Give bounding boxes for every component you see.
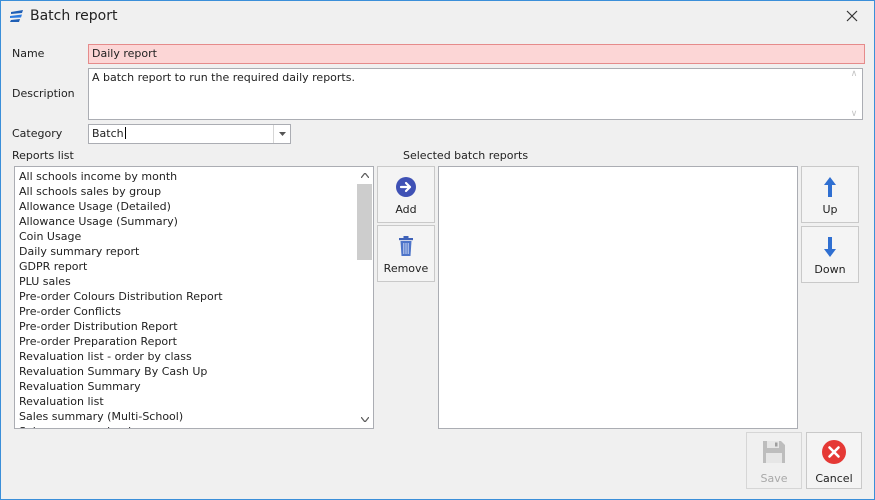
description-scrollbar[interactable]: ∧ ∨ [846,69,862,119]
name-label: Name [12,47,45,60]
list-item[interactable]: Pre-order Conflicts [15,304,355,319]
cancel-circle-icon [822,439,846,465]
move-down-button-label: Down [814,263,846,276]
remove-button-label: Remove [383,262,429,275]
list-item[interactable]: Revaluation Summary By Cash Up [15,364,355,379]
batch-report-window: Batch report Name Daily report Descripti… [0,0,875,500]
scroll-down-icon[interactable]: ∨ [851,109,858,119]
add-button[interactable]: Add [377,166,435,223]
list-item[interactable]: Revaluation list [15,394,355,409]
category-dropdown-button[interactable] [273,125,290,143]
list-item[interactable]: Allowance Usage (Detailed) [15,199,355,214]
selected-reports-list[interactable] [438,166,798,429]
list-item[interactable]: GDPR report [15,259,355,274]
category-combobox[interactable]: Batch [88,124,291,144]
cancel-button[interactable]: Cancel [806,432,862,489]
list-item[interactable]: Allowance Usage (Summary) [15,214,355,229]
reports-list[interactable]: All schools income by month All schools s… [14,166,374,429]
title-bar: Batch report [1,1,874,33]
category-label: Category [12,127,63,140]
name-input[interactable]: Daily report [88,44,865,64]
scroll-up-icon[interactable]: ∧ [851,69,858,79]
list-item[interactable]: Revaluation list - order by class [15,349,355,364]
scrollbar-thumb[interactable] [357,184,372,260]
arrow-down-icon [823,235,837,259]
trash-icon [398,234,414,258]
list-item[interactable]: Revaluation Summary [15,379,355,394]
list-item[interactable]: All schools sales by group [15,184,355,199]
add-button-label: Add [395,203,417,216]
report-logo-icon [9,9,25,23]
close-button[interactable] [839,5,865,27]
reports-list-items: All schools income by month All schools s… [15,169,355,428]
chevron-down-icon [278,132,286,136]
category-value: Batch [92,127,124,140]
reports-list-label: Reports list [12,149,74,162]
description-text: A batch report to run the required daily… [92,71,355,84]
list-item[interactable]: Coin Usage [15,229,355,244]
reports-list-scrollbar[interactable] [356,167,373,428]
list-item[interactable]: Pre-order Colours Distribution Report [15,289,355,304]
arrow-up-icon [823,175,837,199]
floppy-disk-icon [762,439,786,465]
description-label: Description [12,87,75,100]
list-item[interactable]: Sales summary by day [15,424,355,428]
move-up-button[interactable]: Up [801,166,859,223]
list-item[interactable]: Pre-order Preparation Report [15,334,355,349]
list-item[interactable]: Pre-order Distribution Report [15,319,355,334]
selected-reports-label: Selected batch reports [403,149,529,162]
scroll-down-icon[interactable] [356,412,373,427]
move-up-button-label: Up [822,203,838,216]
cancel-button-label: Cancel [815,472,853,485]
window-title: Batch report [30,8,118,24]
description-textarea[interactable]: A batch report to run the required daily… [88,68,863,120]
text-caret [124,127,126,139]
close-icon [846,10,858,22]
save-button[interactable]: Save [746,432,802,489]
arrow-right-circle-icon [396,175,416,199]
move-down-button[interactable]: Down [801,226,859,283]
list-item[interactable]: PLU sales [15,274,355,289]
remove-button[interactable]: Remove [377,225,435,282]
list-item[interactable]: Sales summary (Multi-School) [15,409,355,424]
list-item[interactable]: Daily summary report [15,244,355,259]
save-button-label: Save [760,472,788,485]
list-item[interactable]: All schools income by month [15,169,355,184]
scroll-up-icon[interactable] [356,168,373,183]
